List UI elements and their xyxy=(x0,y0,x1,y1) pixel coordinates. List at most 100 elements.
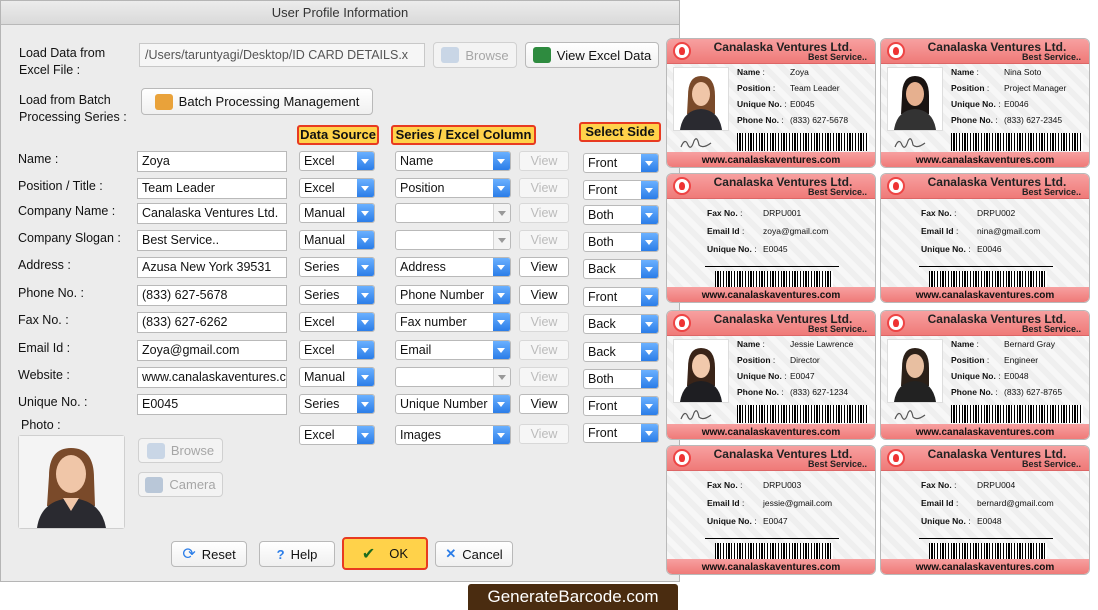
view-button[interactable]: View xyxy=(519,178,569,198)
view-button[interactable]: View xyxy=(519,203,569,223)
side-select[interactable]: Both xyxy=(583,205,659,225)
series-column-select[interactable]: Name xyxy=(395,151,511,171)
card-label: Phone No. : xyxy=(737,387,784,397)
row-value-field[interactable]: E0045 xyxy=(137,394,287,415)
side-select[interactable]: Front xyxy=(583,396,659,416)
card-photo xyxy=(887,339,943,403)
data-source-select[interactable]: Series xyxy=(299,257,375,277)
card-website: www.canalaskaventures.com xyxy=(915,427,1055,438)
card-label: Name : xyxy=(951,339,979,349)
card-label: Fax No. : xyxy=(707,480,743,490)
help-icon: ? xyxy=(276,546,285,562)
photo-source-select[interactable]: Excel xyxy=(299,425,375,445)
card-value: Director xyxy=(790,355,820,365)
card-value: zoya@gmail.com xyxy=(763,226,829,236)
data-source-select[interactable]: Excel xyxy=(299,178,375,198)
view-button[interactable]: View xyxy=(519,230,569,250)
card-label: Position : xyxy=(737,83,776,93)
person-photo-icon xyxy=(19,436,124,528)
row-label: Company Name : xyxy=(18,204,116,218)
side-select[interactable]: Back xyxy=(583,259,659,279)
row-value-field[interactable]: (833) 627-5678 xyxy=(137,285,287,306)
card-label: Fax No. : xyxy=(707,208,743,218)
series-column-select[interactable]: Unique Number xyxy=(395,394,511,414)
series-column-select[interactable]: Position xyxy=(395,178,511,198)
row-value-field[interactable]: Azusa New York 39531 xyxy=(137,257,287,278)
row-value-field[interactable]: Best Service.. xyxy=(137,230,287,251)
card-value: E0048 xyxy=(1004,371,1029,381)
camera-button[interactable]: Camera xyxy=(138,472,223,497)
side-select[interactable]: Both xyxy=(583,369,659,389)
data-source-select[interactable]: Excel xyxy=(299,151,375,171)
row-value-field[interactable]: (833) 627-6262 xyxy=(137,312,287,333)
data-source-select[interactable]: Manual xyxy=(299,230,375,250)
card-website: www.canalaskaventures.com xyxy=(701,427,841,438)
card-label: Name : xyxy=(737,67,765,77)
row-label: Website : xyxy=(18,368,70,382)
photo-browse-button[interactable]: Browse xyxy=(138,438,223,463)
data-source-select[interactable]: Manual xyxy=(299,367,375,387)
series-column-select[interactable] xyxy=(395,230,511,250)
photo-column-select[interactable]: Images xyxy=(395,425,511,445)
batch-processing-button[interactable]: Batch Processing Management xyxy=(141,88,373,115)
person-photo-icon xyxy=(888,68,942,130)
series-column-select[interactable]: Address xyxy=(395,257,511,277)
ok-button[interactable]: ✔ OK xyxy=(342,537,428,570)
card-label: Fax No. : xyxy=(921,480,957,490)
cancel-button[interactable]: ✕ Cancel xyxy=(435,541,513,567)
side-select[interactable]: Front xyxy=(583,153,659,173)
excel-label: Load Data from Excel File : xyxy=(19,46,106,77)
view-excel-label: View Excel Data xyxy=(556,47,652,63)
batch-icon xyxy=(154,93,173,110)
series-column-select[interactable]: Fax number xyxy=(395,312,511,332)
browse-label: Browse xyxy=(465,47,509,63)
barcode-icon xyxy=(737,405,869,423)
series-column-select[interactable]: Phone Number xyxy=(395,285,511,305)
excel-path-field[interactable]: /Users/taruntyagi/Desktop/ID CARD DETAIL… xyxy=(139,43,425,67)
side-select[interactable]: Front xyxy=(583,287,659,307)
help-button[interactable]: ? Help xyxy=(259,541,335,567)
side-select[interactable]: Back xyxy=(583,342,659,362)
view-button[interactable]: View xyxy=(519,367,569,387)
card-label: Unique No. : xyxy=(951,99,1001,109)
photo-view-button[interactable]: View xyxy=(519,424,569,444)
photo-preview xyxy=(18,435,125,529)
data-source-select[interactable]: Manual xyxy=(299,203,375,223)
data-source-select[interactable]: Series xyxy=(299,285,375,305)
view-button[interactable]: View xyxy=(519,285,569,305)
data-source-select[interactable]: Excel xyxy=(299,312,375,332)
series-column-select[interactable] xyxy=(395,203,511,223)
row-value-field[interactable]: Zoya@gmail.com xyxy=(137,340,287,361)
view-button[interactable]: View xyxy=(519,394,569,414)
data-source-select[interactable]: Series xyxy=(299,394,375,414)
row-value-field[interactable]: Zoya xyxy=(137,151,287,172)
browse-icon xyxy=(146,442,165,459)
view-button[interactable]: View xyxy=(519,312,569,332)
card-value: Engineer xyxy=(1004,355,1039,365)
card-label: Email Id : xyxy=(707,226,745,236)
data-source-select[interactable]: Excel xyxy=(299,340,375,360)
card-value: Jessie Lawrence xyxy=(790,339,854,349)
row-value-field[interactable]: Team Leader xyxy=(137,178,287,199)
photo-side-select[interactable]: Front xyxy=(583,423,659,443)
row-value-field[interactable]: Canalaska Ventures Ltd. xyxy=(137,203,287,224)
series-column-select[interactable]: Email xyxy=(395,340,511,360)
card-label: Unique No. : xyxy=(737,99,787,109)
side-select[interactable]: Front xyxy=(583,180,659,200)
view-button[interactable]: View xyxy=(519,340,569,360)
browse-excel-button[interactable]: Browse xyxy=(433,42,517,68)
card-value: (833) 627-1234 xyxy=(790,387,849,397)
id-card-front: Canalaska Ventures Ltd. Best Service.. N… xyxy=(880,310,1090,440)
card-label: Fax No. : xyxy=(921,208,957,218)
id-card-back: Canalaska Ventures Ltd. Best Service.. F… xyxy=(880,445,1090,575)
view-button[interactable]: View xyxy=(519,151,569,171)
series-column-select[interactable] xyxy=(395,367,511,387)
row-value-field[interactable]: www.canalaskaventures.c xyxy=(137,367,287,388)
view-excel-data-button[interactable]: View Excel Data xyxy=(525,42,659,68)
card-slogan: Best Service.. xyxy=(1021,324,1081,334)
side-select[interactable]: Back xyxy=(583,314,659,334)
view-button[interactable]: View xyxy=(519,257,569,277)
reset-button[interactable]: ⟳ Reset xyxy=(171,541,247,567)
side-select[interactable]: Both xyxy=(583,232,659,252)
excel-icon xyxy=(532,47,551,63)
